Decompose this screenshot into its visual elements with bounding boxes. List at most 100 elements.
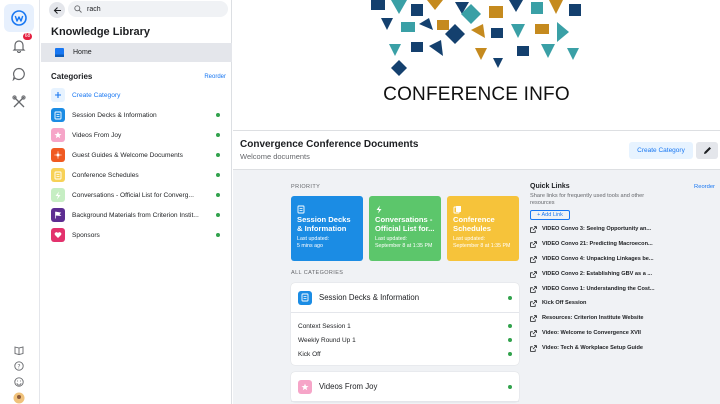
priority-card[interactable]: Conversations - Official List for... Last… (369, 196, 441, 261)
category-doc-icon (51, 168, 65, 182)
priority-card[interactable]: Conference Schedules Last updated: Septemb… (447, 196, 519, 261)
quick-link-label: Video: Welcome to Convergence XVII (542, 329, 641, 336)
category-label: Conference Schedules (72, 171, 139, 179)
sidebar-category-item[interactable]: Videos From Joy (51, 125, 226, 145)
search-icon (74, 5, 82, 13)
banner-pattern-icon (371, 0, 581, 76)
quick-link-item[interactable]: VIDEO Convo 3: Seeing Opportunity an... (530, 222, 715, 237)
sidebar-category-item[interactable]: Sponsors (51, 225, 226, 245)
add-link-button[interactable]: + Add Link (530, 210, 570, 220)
category-card-star-icon (298, 379, 312, 394)
category-card-row[interactable]: Weekly Round Up 1 (291, 333, 519, 347)
category-card-row[interactable]: Kick Off (291, 347, 519, 361)
book-icon[interactable] (11, 342, 27, 358)
create-category-button[interactable]: Create Category (51, 85, 226, 105)
category-card-header[interactable]: Videos From Joy (291, 372, 519, 402)
category-label: Conversations - Official List for Conver… (72, 191, 194, 199)
quick-link-label: Resources: Criterion Institute Website (542, 315, 644, 322)
status-dot (216, 233, 220, 237)
priority-card-doc-icon (297, 201, 307, 214)
group-subtitle: Welcome documents (240, 152, 310, 161)
tools-icon[interactable] (4, 88, 34, 116)
quick-link-label: VIDEO Convo 3: Seeing Opportunity an... (542, 226, 652, 233)
priority-card-updated: September 8 at 1:35 PM (453, 242, 511, 249)
category-card: Videos From Joy (291, 372, 519, 402)
priority-card-updated: 5 mins ago (297, 242, 323, 249)
category-card-title: Videos From Joy (319, 382, 378, 391)
edit-button[interactable] (696, 142, 718, 159)
sidebar-item-label: Home (73, 49, 92, 56)
workplace-logo-icon[interactable] (4, 4, 34, 32)
priority-card-title: Session Decks & Information (297, 215, 351, 233)
category-card-doc-icon (298, 290, 312, 305)
quick-link-item[interactable]: Kick Off Session (530, 296, 715, 311)
quick-link-label: Kick Off Session (542, 300, 587, 307)
create-category-header-button[interactable]: Create Category (629, 142, 693, 159)
quick-link-item[interactable]: Video: Tech & Workplace Setup Guide (530, 340, 715, 355)
chat-icon[interactable] (4, 60, 34, 88)
sidebar-category-item[interactable]: Background Materials from Criterion Inst… (51, 205, 226, 225)
status-dot (508, 385, 512, 389)
category-list: Create Category Session Decks & Informat… (51, 85, 226, 245)
category-card: Session Decks & Information Context Sessi… (291, 283, 519, 365)
sidebar-category-item[interactable]: Conference Schedules (51, 165, 226, 185)
all-categories-label: ALL CATEGORIES (291, 270, 344, 276)
sidebar-category-item[interactable]: Conversations - Official List for Conver… (51, 185, 226, 205)
sidebar-category-item[interactable]: Guest Guides & Welcome Documents (51, 145, 226, 165)
banner-title: CONFERENCE INFO (383, 84, 570, 105)
sidebar-category-item[interactable]: Session Decks & Information (51, 105, 226, 125)
notification-badge: 68 (23, 33, 32, 40)
category-label: Session Decks & Information (72, 111, 157, 119)
status-dot (216, 213, 220, 217)
help-icon[interactable]: ? (11, 358, 27, 374)
quick-link-label: VIDEO Convo 1: Understanding the Cost... (542, 285, 655, 292)
external-link-icon (530, 339, 537, 357)
quick-link-item[interactable]: Video: Welcome to Convergence XVII (530, 326, 715, 341)
sidebar-item-home[interactable]: Home (41, 43, 232, 62)
quick-link-item[interactable]: VIDEO Convo 21: Predicting Macroecon... (530, 237, 715, 252)
arrow-left-icon (53, 6, 61, 14)
notifications-icon[interactable]: 68 (4, 32, 34, 60)
category-label: Background Materials from Criterion Inst… (72, 211, 199, 219)
back-button[interactable] (49, 2, 65, 18)
search-input[interactable] (87, 5, 217, 13)
quick-links-panel: Quick Links Reorder Share links for freq… (530, 183, 715, 355)
avatar[interactable] (11, 390, 27, 404)
priority-card-title: Conversations - Official List for... (375, 215, 435, 233)
status-dot (216, 133, 220, 137)
feedback-icon[interactable] (11, 374, 27, 390)
quick-link-item[interactable]: VIDEO Convo 1: Understanding the Cost... (530, 281, 715, 296)
reorder-link[interactable]: Reorder (204, 74, 226, 80)
category-card-row[interactable]: Context Session 1 (291, 319, 519, 333)
category-label: Guest Guides & Welcome Documents (72, 151, 183, 159)
category-bolt-icon (51, 188, 65, 202)
quick-link-label: VIDEO Convo 4: Unpacking Linkages be... (542, 255, 654, 262)
category-sun-icon (51, 148, 65, 162)
document-title: Weekly Round Up 1 (298, 336, 356, 344)
home-book-icon (55, 48, 64, 57)
quick-link-item[interactable]: VIDEO Convo 4: Unpacking Linkages be... (530, 252, 715, 267)
main-content: CONFERENCE INFO Convergence Conference D… (233, 0, 720, 404)
pencil-icon (703, 147, 711, 154)
status-dot (508, 324, 512, 328)
create-category-label: Create Category (72, 91, 121, 99)
priority-card[interactable]: Session Decks & Information Last updated:… (291, 196, 363, 261)
group-header: Convergence Conference Documents Welcome… (233, 130, 720, 170)
quick-link-item[interactable]: VIDEO Convo 2: Establishing GBV as a ... (530, 266, 715, 281)
page-title: Knowledge Library (51, 26, 151, 38)
cover-banner: CONFERENCE INFO (233, 0, 720, 130)
category-heart-icon (51, 228, 65, 242)
status-dot (216, 173, 220, 177)
category-star-icon (51, 128, 65, 142)
status-dot (216, 113, 220, 117)
quick-links-reorder-link[interactable]: Reorder (694, 184, 715, 190)
left-rail: 68 ? (0, 0, 40, 404)
status-dot (508, 296, 512, 300)
quick-link-item[interactable]: Resources: Criterion Institute Website (530, 311, 715, 326)
search-box (68, 1, 228, 17)
group-title: Convergence Conference Documents (240, 139, 419, 150)
status-dot (216, 153, 220, 157)
quick-link-label: Video: Tech & Workplace Setup Guide (542, 344, 644, 351)
document-title: Kick Off (298, 350, 321, 358)
category-card-header[interactable]: Session Decks & Information (291, 283, 519, 313)
